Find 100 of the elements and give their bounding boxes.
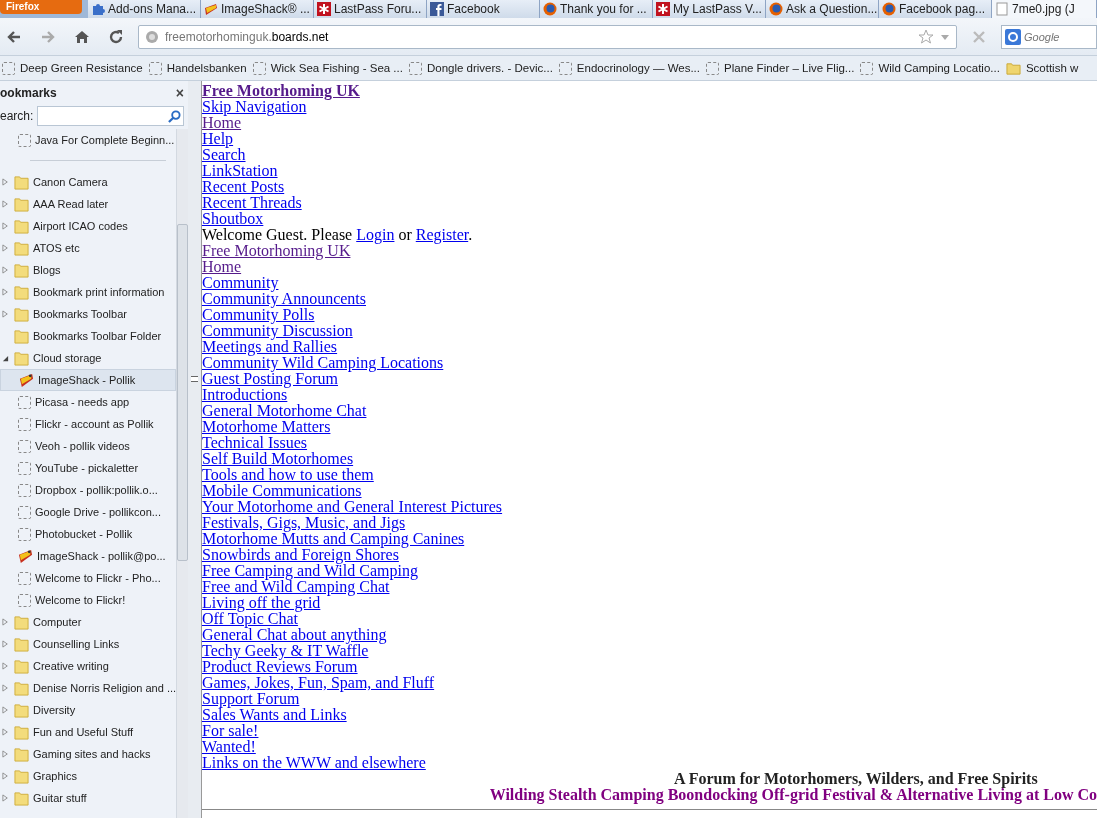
bookmark-folder[interactable]: Blogs: [0, 259, 176, 281]
nav-link[interactable]: LinkStation: [202, 162, 278, 179]
nav-link[interactable]: Free and Wild Camping Chat: [202, 578, 390, 595]
nav-link[interactable]: General Chat about anything: [202, 626, 387, 643]
nav-link[interactable]: Free Camping and Wild Camping: [202, 562, 418, 579]
star-icon[interactable]: [918, 28, 934, 45]
collapsed-triangle-icon[interactable]: [1, 310, 9, 318]
collapsed-triangle-icon[interactable]: [1, 640, 9, 648]
bookmark-item[interactable]: Veoh - pollik videos: [0, 435, 176, 457]
bookmark-folder[interactable]: Diversity: [0, 699, 176, 721]
browser-tab[interactable]: My LastPass V...: [653, 0, 766, 18]
bookmark-item[interactable]: Flickr - account as Pollik: [0, 413, 176, 435]
nav-link[interactable]: General Motorhome Chat: [202, 402, 367, 419]
nav-link[interactable]: Help: [202, 130, 234, 147]
bookmark-item[interactable]: Photobucket - Pollik: [0, 523, 176, 545]
collapsed-triangle-icon[interactable]: [1, 222, 9, 230]
bookmark-item[interactable]: Deep Green Resistance: [2, 61, 143, 75]
bookmark-folder[interactable]: Bookmarks Toolbar Folder: [0, 325, 176, 347]
bookmark-item[interactable]: YouTube - pickaletter: [0, 457, 176, 479]
collapsed-triangle-icon[interactable]: [1, 728, 9, 736]
bookmark-folder[interactable]: Counselling Links: [0, 633, 176, 655]
nav-link[interactable]: Snowbirds and Foreign Shores: [202, 546, 399, 563]
close-icon[interactable]: ×: [175, 85, 184, 101]
expanded-triangle-icon[interactable]: [1, 354, 9, 362]
browser-tab[interactable]: Facebook: [427, 0, 540, 18]
stop-icon[interactable]: [971, 28, 987, 45]
nav-link[interactable]: Wanted!: [202, 738, 256, 755]
nav-link[interactable]: Sales Wants and Links: [202, 706, 347, 723]
bookmark-folder[interactable]: Graphics: [0, 765, 176, 787]
collapsed-triangle-icon[interactable]: [1, 266, 9, 274]
bookmark-item[interactable]: Welcome to Flickr - Pho...: [0, 567, 176, 589]
address-bar[interactable]: freemotorhominguk.boards.net: [138, 24, 957, 49]
nav-link[interactable]: Login: [356, 226, 395, 243]
bookmark-item[interactable]: Dropbox - pollik:pollik.o...: [0, 479, 176, 501]
collapsed-triangle-icon[interactable]: [1, 178, 9, 186]
bookmark-item[interactable]: Scottish w: [1005, 60, 1079, 76]
bookmark-folder[interactable]: Denise Norris Religion and ...: [0, 677, 176, 699]
collapsed-triangle-icon[interactable]: [1, 772, 9, 780]
back-arrow-icon[interactable]: [6, 28, 22, 45]
collapsed-triangle-icon[interactable]: [1, 618, 9, 626]
nav-link[interactable]: Links on the WWW and elsewhere: [202, 754, 426, 771]
browser-tab[interactable]: Thank you for ...: [540, 0, 653, 18]
bookmark-folder[interactable]: Airport ICAO codes: [0, 215, 176, 237]
forum-title-link[interactable]: Free Motorhoming UK: [202, 82, 360, 99]
nav-link[interactable]: Community: [202, 274, 279, 291]
bookmark-item[interactable]: Java For Complete Beginn...: [0, 129, 176, 151]
nav-link[interactable]: Your Motorhome and General Interest Pictures: [202, 498, 503, 515]
bookmark-item[interactable]: Wild Camping Locatio...: [860, 61, 1000, 75]
nav-link[interactable]: Self Build Motorhomes: [202, 450, 354, 467]
scrollbar-thumb[interactable]: [177, 224, 188, 561]
bookmark-folder[interactable]: Gaming sites and hacks: [0, 743, 176, 765]
bookmark-folder[interactable]: ATOS etc: [0, 237, 176, 259]
browser-tab[interactable]: 7me0.jpg (J: [992, 0, 1097, 18]
bookmark-folder[interactable]: Computer: [0, 611, 176, 633]
nav-link[interactable]: Games, Jokes, Fun, Spam, and Fluff: [202, 674, 435, 691]
visited-link[interactable]: Free Motorhoming UK: [202, 242, 351, 259]
nav-link[interactable]: Motorhome Matters: [202, 418, 331, 435]
bookmark-item[interactable]: Endocrinology — Wes...: [558, 61, 700, 75]
bookmark-item[interactable]: Picasa - needs app: [0, 391, 176, 413]
home-icon[interactable]: [74, 28, 90, 45]
nav-link[interactable]: Search: [202, 146, 246, 163]
collapsed-triangle-icon[interactable]: [1, 200, 9, 208]
search-field[interactable]: [37, 106, 184, 126]
bookmark-item[interactable]: Handelsbanken: [148, 61, 247, 75]
browser-tab[interactable]: Facebook pag...: [879, 0, 992, 18]
bookmark-item[interactable]: Dongle drivers. - Devic...: [408, 61, 553, 75]
nav-link[interactable]: Introductions: [202, 386, 288, 403]
nav-link[interactable]: Shoutbox: [202, 210, 264, 227]
nav-link[interactable]: Festivals, Gigs, Music, and Jigs: [202, 514, 406, 531]
forward-arrow-icon[interactable]: [40, 28, 56, 45]
bookmark-item[interactable]: Plane Finder – Live Flig...: [706, 61, 855, 75]
bookmark-item[interactable]: Welcome to Flickr!: [0, 589, 176, 611]
nav-link[interactable]: Techy Geeky & IT Waffle: [202, 642, 369, 659]
nav-link[interactable]: Skip Navigation: [202, 98, 307, 115]
browser-tab[interactable]: ImageShack® ...: [201, 0, 314, 18]
browser-tab[interactable]: LastPass Foru...: [314, 0, 427, 18]
nav-link[interactable]: Support Forum: [202, 690, 300, 707]
nav-link[interactable]: Tools and how to use them: [202, 466, 374, 483]
nav-link[interactable]: Technical Issues: [202, 434, 308, 451]
nav-link[interactable]: Meetings and Rallies: [202, 338, 338, 355]
browser-tab[interactable]: Add-ons Mana...: [88, 0, 201, 18]
collapsed-triangle-icon[interactable]: [1, 288, 9, 296]
bookmark-folder[interactable]: Bookmark print information: [0, 281, 176, 303]
bookmark-folder[interactable]: Guitar stuff: [0, 787, 176, 809]
nav-link[interactable]: Living off the grid: [202, 594, 321, 611]
bookmark-item[interactable]: ImageShack - Pollik: [0, 369, 176, 391]
bookmark-folder[interactable]: Bookmarks Toolbar: [0, 303, 176, 325]
collapsed-triangle-icon[interactable]: [1, 662, 9, 670]
bookmark-folder[interactable]: Canon Camera: [0, 171, 176, 193]
bookmark-folder[interactable]: AAA Read later: [0, 193, 176, 215]
search-field[interactable]: Google: [1001, 24, 1097, 49]
bookmark-item[interactable]: Wick Sea Fishing - Sea ...: [252, 61, 403, 75]
collapsed-triangle-icon[interactable]: [1, 750, 9, 758]
nav-link[interactable]: Recent Threads: [202, 194, 302, 211]
nav-link[interactable]: Recent Posts: [202, 178, 285, 195]
bookmark-folder[interactable]: Cloud storage: [0, 347, 176, 369]
collapsed-triangle-icon[interactable]: [1, 706, 9, 714]
collapsed-triangle-icon[interactable]: [1, 794, 9, 802]
bookmark-folder[interactable]: Creative writing: [0, 655, 176, 677]
nav-link[interactable]: Mobile Communications: [202, 482, 362, 499]
